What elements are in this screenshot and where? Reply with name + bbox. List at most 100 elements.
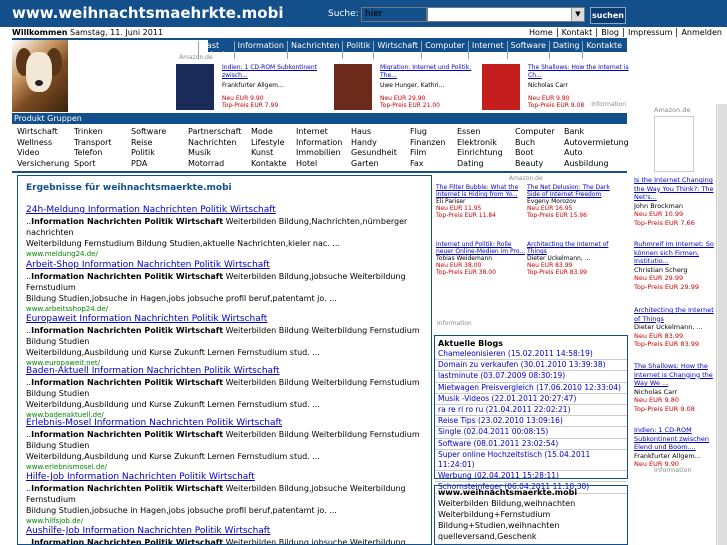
- product-title[interactable]: The Shallows: How the Internet is Ch...: [528, 64, 632, 80]
- category-link[interactable]: Hotel: [296, 159, 353, 170]
- blog-link[interactable]: Domain zu verkaufen (30.01.2010 13:39:38…: [435, 360, 627, 372]
- result-title[interactable]: 24h-Meldung Information Nachrichten Poli…: [26, 205, 426, 216]
- result-title[interactable]: Erlebnis-Mosel Information Nachrichten P…: [26, 418, 426, 429]
- category-link[interactable]: PDA: [131, 159, 188, 170]
- product-title[interactable]: Architecting the Internet of Things: [527, 241, 619, 255]
- category-link[interactable]: Dating: [457, 159, 514, 170]
- amazon-info-link[interactable]: Information: [437, 320, 472, 327]
- welcome-text: Willkommen Samstag, 11. Juni 2011: [12, 28, 163, 37]
- product-title[interactable]: The Net Delusion: The Dark Side of Inter…: [527, 184, 619, 198]
- blog-link[interactable]: Single (02.04.2011 00:08:15): [435, 427, 627, 439]
- site-title[interactable]: www.weihnachtsmaehrkte.mobi: [12, 4, 283, 22]
- amazon-widget-top: Amazon.de Indien: 1 CD-ROM Subkontinent …: [176, 54, 629, 112]
- blog-link[interactable]: ra re ri ro ru (21.04.2011 22:02:21): [435, 405, 627, 417]
- amazon-product[interactable]: Migration: Internet und Politik: The... …: [334, 62, 484, 112]
- scrollbar-thumb[interactable]: [718, 104, 727, 545]
- category-link[interactable]: Bank: [564, 127, 621, 138]
- category-link[interactable]: Einrichtung: [457, 148, 514, 159]
- amazon-product[interactable]: The Shallows: How the Internet is Changi…: [634, 362, 714, 413]
- amazon-product[interactable]: Ruhmreif im Internet: So können sich Fir…: [634, 240, 714, 291]
- category-link[interactable]: Autovermietung: [564, 138, 629, 149]
- blog-link[interactable]: lastminute (03.07.2009 08:30:19): [435, 371, 627, 383]
- search-input[interactable]: hier: [361, 7, 427, 22]
- result-title[interactable]: Aushilfe-Job Information Nachrichten Pol…: [26, 526, 426, 537]
- nav-anmelden[interactable]: Anmelden: [677, 28, 726, 37]
- amazon-product[interactable]: Internet und Politik: Rolle neuer Online…: [436, 241, 528, 276]
- category-link[interactable]: Auto: [564, 148, 621, 159]
- product-image[interactable]: [334, 64, 372, 110]
- category-link[interactable]: Versicherung: [17, 159, 69, 170]
- product-title[interactable]: Ruhmreif im Internet: So können sich Fir…: [634, 240, 714, 266]
- result-title[interactable]: Baden-Aktuell Information Nachrichten Po…: [26, 366, 426, 377]
- blog-link[interactable]: Software (08.01.2011 23:02:54): [435, 439, 627, 450]
- result-url[interactable]: www.meldung24.de/: [26, 249, 426, 259]
- product-image[interactable]: [176, 64, 214, 110]
- amazon-product[interactable]: Indien: 1 CD-ROM Subkontinent zwisch... …: [176, 62, 326, 112]
- result-title[interactable]: Europaweit Information Nachrichten Polit…: [26, 314, 426, 325]
- category-link[interactable]: Motorrad: [188, 159, 245, 170]
- category-link[interactable]: Information: [296, 138, 353, 149]
- amazon-product[interactable]: Is the Internet Changing the Way You Thi…: [634, 176, 714, 227]
- result-title[interactable]: Arbeit-Shop Information Nachrichten Poli…: [26, 260, 426, 271]
- search-button[interactable]: suchen: [590, 7, 626, 24]
- amazon-info-link[interactable]: Information: [591, 101, 626, 108]
- amazon-product[interactable]: The Net Delusion: The Dark Side of Inter…: [527, 184, 619, 219]
- search-category-select[interactable]: ▼: [427, 7, 585, 22]
- result-keywords: Information Nachrichten Politik Wirtscha…: [31, 538, 224, 545]
- amazon-product[interactable]: Indien: 1 CD-ROM Subkontinent zwischen E…: [634, 426, 714, 469]
- nav-home[interactable]: Home: [525, 28, 558, 37]
- blog-link[interactable]: Musik -Videos (22.01.2011 20:27:47): [435, 394, 627, 406]
- result-url[interactable]: www.erlebnismosel.de/: [26, 462, 426, 472]
- category-link[interactable]: Sport: [74, 159, 119, 170]
- blog-link[interactable]: Super online Hochzeitstisch (15.04.2011 …: [435, 450, 627, 472]
- product-title[interactable]: Indien: 1 CD-ROM Subkontinent zwisch...: [222, 64, 326, 80]
- category-link[interactable]: Haus: [351, 127, 408, 138]
- category-link[interactable]: Partnerschaft: [188, 127, 245, 138]
- category-link[interactable]: Wirtschaft: [17, 127, 62, 138]
- category-link[interactable]: Immobilien: [296, 148, 353, 159]
- category-link[interactable]: Garten: [351, 159, 408, 170]
- product-title[interactable]: Internet und Politik: Rolle neuer Online…: [436, 241, 528, 255]
- category-link[interactable]: Handy: [351, 138, 408, 149]
- nav-kontakt[interactable]: Kontakt: [558, 28, 598, 37]
- product-title[interactable]: The Filter Bubble: What the Internet is …: [436, 184, 528, 198]
- blog-link[interactable]: Reise Tips (23.02.2010 13:09:16): [435, 416, 627, 428]
- category-link[interactable]: Politik: [131, 148, 188, 159]
- category-link[interactable]: Internet: [296, 127, 353, 138]
- category-link[interactable]: Nachrichten: [188, 138, 245, 149]
- amazon-product[interactable]: Architecting the Internet of Things Diet…: [527, 241, 619, 276]
- result-title[interactable]: Hilfe-Job Information Nachrichten Politi…: [26, 472, 426, 483]
- category-link[interactable]: Software: [131, 127, 188, 138]
- product-title[interactable]: Indien: 1 CD-ROM Subkontinent zwischen E…: [634, 426, 714, 452]
- blog-link[interactable]: Chameleonisieren (15.02.2011 14:58:19): [435, 349, 627, 361]
- result-url[interactable]: www.hilfsjob.de/: [26, 516, 426, 526]
- result-url[interactable]: www.arbeitsshop24.de/: [26, 304, 426, 314]
- amazon-product[interactable]: The Filter Bubble: What the Internet is …: [436, 184, 528, 219]
- chevron-down-icon[interactable]: ▼: [571, 8, 584, 21]
- product-title[interactable]: Migration: Internet und Politik: The...: [380, 64, 484, 80]
- category-link[interactable]: Video: [17, 148, 62, 159]
- product-image[interactable]: [482, 64, 520, 110]
- category-link[interactable]: Wellness: [17, 138, 62, 149]
- product-title[interactable]: The Shallows: How the Internet is Changi…: [634, 362, 714, 388]
- blog-link[interactable]: Werbung (02.04.2011 15:28:11): [435, 471, 627, 483]
- category-link[interactable]: Telefon: [74, 148, 119, 159]
- category-link[interactable]: Trinken: [74, 127, 119, 138]
- nav-blog[interactable]: Blog: [597, 28, 624, 37]
- product-title[interactable]: Architecting the Internet of Things: [634, 306, 714, 323]
- category-link[interactable]: Musik: [188, 148, 245, 159]
- page-scrollbar[interactable]: [716, 104, 727, 545]
- category-link[interactable]: Gesundheit: [351, 148, 408, 159]
- category-link[interactable]: Essen: [457, 127, 514, 138]
- category-link[interactable]: Reise: [131, 138, 188, 149]
- blog-link[interactable]: Mietwagen Preisvergleich (17.06.2010 12:…: [435, 383, 627, 394]
- category-link[interactable]: Transport: [74, 138, 119, 149]
- product-title[interactable]: Is the Internet Changing the Way You Thi…: [634, 176, 714, 202]
- amazon-product[interactable]: Architecting the Internet of Things Diet…: [634, 306, 714, 349]
- product-image[interactable]: [654, 116, 694, 172]
- category-link[interactable]: Ausbildung: [564, 159, 621, 170]
- product-price: Neu EUR 9.80: [634, 396, 679, 404]
- amazon-info-link[interactable]: Information: [654, 466, 692, 474]
- category-link[interactable]: Elektronik: [457, 138, 514, 149]
- nav-impressum[interactable]: Impressum: [624, 28, 678, 37]
